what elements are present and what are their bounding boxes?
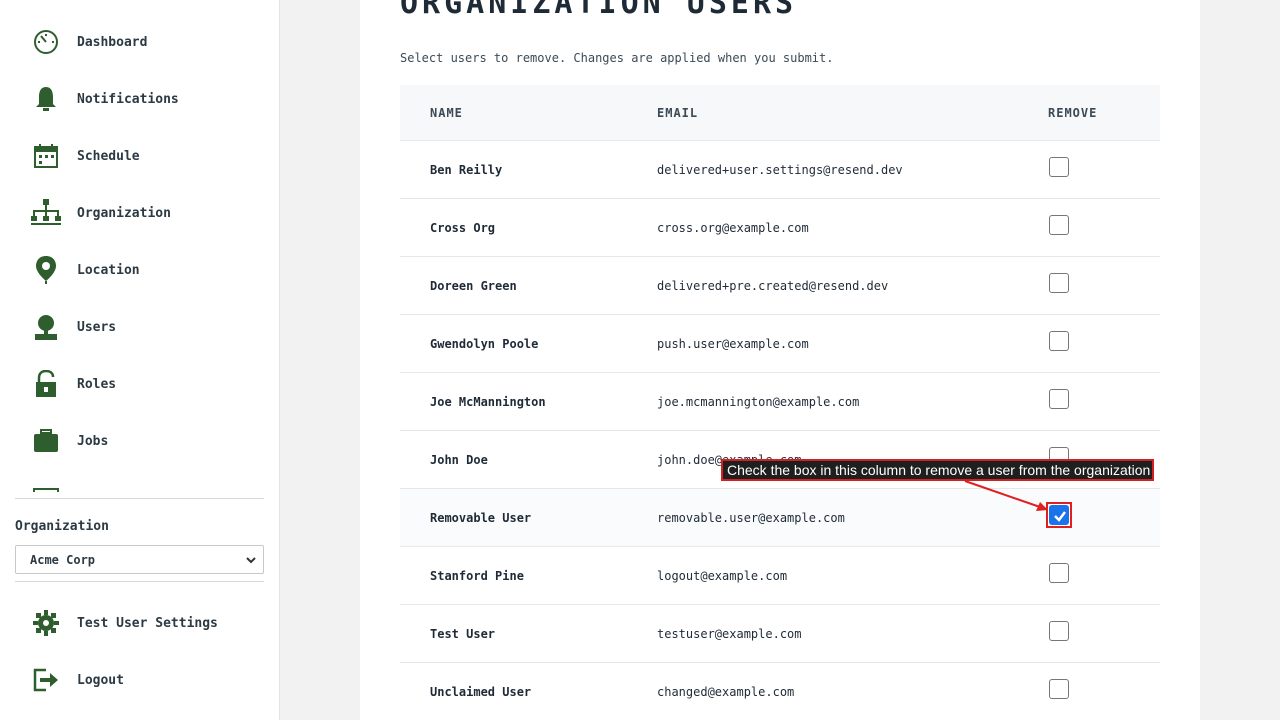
user-email-cell: testuser@example.com (657, 627, 802, 641)
user-email-cell: delivered+pre.created@resend.dev (657, 279, 889, 293)
user-email-cell: delivered+user.settings@resend.dev (657, 163, 903, 177)
users-table: NAME EMAIL REMOVE Ben Reilly delivered+us… (400, 85, 1160, 720)
sidebar-item-notifications[interactable]: Notifications (30, 79, 260, 119)
page-subtitle: Select users to remove. Changes are appl… (400, 51, 834, 65)
sidebar: Dashboard Notifications Schedule Organiz… (0, 0, 280, 720)
user-name-cell: Cross Org (430, 221, 496, 235)
sidebar-divider (15, 581, 264, 582)
remove-checkbox[interactable] (1049, 563, 1069, 583)
bell-icon (30, 83, 62, 115)
table-row: Stanford Pine logout@example.com (400, 547, 1160, 605)
remove-checkbox[interactable] (1049, 331, 1069, 351)
sidebar-item-schedule[interactable]: Schedule (30, 136, 260, 176)
user-name-cell: Unclaimed User (430, 685, 532, 699)
organization-select[interactable]: Acme Corp (15, 545, 264, 574)
remove-checkbox[interactable] (1049, 505, 1069, 525)
column-header-name: NAME (430, 106, 463, 120)
table-row: Ben Reilly delivered+user.settings@resend… (400, 141, 1160, 199)
briefcase-icon (30, 425, 62, 457)
sidebar-item-label: Notifications (77, 91, 179, 107)
sidebar-item-roles[interactable]: Roles (30, 364, 260, 404)
sidebar-item-label: Location (77, 262, 140, 278)
logout-icon (30, 664, 62, 696)
user-email-cell: logout@example.com (657, 569, 788, 583)
remove-checkbox[interactable] (1049, 621, 1069, 641)
remove-checkbox[interactable] (1049, 215, 1069, 235)
column-header-email: EMAIL (657, 106, 699, 120)
main-card: ORGANIZATION USERS Select users to remov… (360, 0, 1200, 720)
organization-label: Organization (15, 519, 109, 534)
table-row: Joe McMannington joe.mcmannington@example… (400, 373, 1160, 431)
user-name-cell: Joe McMannington (430, 395, 546, 409)
table-header: NAME EMAIL REMOVE (400, 85, 1160, 141)
calendar-icon (30, 140, 62, 172)
sidebar-item-label: Jobs (77, 433, 109, 449)
column-header-remove: REMOVE (1048, 106, 1098, 120)
sidebar-item-jobs[interactable]: Jobs (30, 421, 260, 461)
sidebar-item-label: Logout (77, 672, 124, 688)
table-row: Unclaimed User changed@example.com (400, 663, 1160, 720)
lock-icon (30, 368, 62, 400)
table-body: Ben Reilly delivered+user.settings@resend… (400, 141, 1160, 720)
sidebar-item-label: Dashboard (77, 34, 148, 50)
sidebar-item-organization[interactable]: Organization (30, 193, 260, 233)
user-email-cell: changed@example.com (657, 685, 795, 699)
checkmark-icon (1054, 511, 1066, 522)
annotation-tooltip: Check the box in this column to remove a… (721, 459, 1154, 481)
remove-checkbox[interactable] (1049, 157, 1069, 177)
sidebar-item-logout[interactable]: Logout (30, 660, 260, 700)
user-name-cell: Ben Reilly (430, 163, 503, 177)
sidebar-divider (15, 498, 264, 499)
sidebar-item-location[interactable]: Location (30, 250, 260, 290)
user-email-cell: push.user@example.com (657, 337, 809, 351)
sidebar-item-label: Users (77, 319, 117, 335)
table-row: Gwendolyn Poole push.user@example.com (400, 315, 1160, 373)
table-row: Test User testuser@example.com (400, 605, 1160, 663)
remove-checkbox[interactable] (1049, 389, 1069, 409)
user-icon (30, 311, 62, 343)
gear-icon (30, 607, 62, 639)
user-email-cell: cross.org@example.com (657, 221, 809, 235)
dashboard-icon (30, 26, 62, 58)
user-name-cell: Removable User (430, 511, 532, 525)
page-title: ORGANIZATION USERS (400, 0, 798, 21)
sidebar-item-dashboard[interactable]: Dashboard (30, 22, 260, 62)
user-email-cell: joe.mcmannington@example.com (657, 395, 860, 409)
organization-selected-value: Acme Corp (30, 552, 96, 567)
org-chart-icon (30, 197, 62, 229)
sidebar-item-label: Test User Settings (77, 615, 218, 631)
table-row: Removable User removable.user@example.com (400, 489, 1160, 547)
map-pin-icon (30, 254, 62, 286)
user-name-cell: Stanford Pine (430, 569, 524, 583)
remove-checkbox[interactable] (1049, 679, 1069, 699)
chevron-down-icon (245, 554, 257, 569)
scroll-cutoff-icon (33, 488, 59, 492)
sidebar-item-label: Roles (77, 376, 117, 392)
user-name-cell: Test User (430, 627, 496, 641)
sidebar-item-label: Organization (77, 205, 171, 221)
sidebar-item-test-user-settings[interactable]: Test User Settings (30, 603, 260, 643)
user-name-cell: Gwendolyn Poole (430, 337, 539, 351)
table-row: Cross Org cross.org@example.com (400, 199, 1160, 257)
user-name-cell: John Doe (430, 453, 488, 467)
table-row: Doreen Green delivered+pre.created@resend… (400, 257, 1160, 315)
sidebar-item-users[interactable]: Users (30, 307, 260, 347)
remove-checkbox[interactable] (1049, 273, 1069, 293)
user-name-cell: Doreen Green (430, 279, 517, 293)
user-email-cell: removable.user@example.com (657, 511, 845, 525)
sidebar-item-label: Schedule (77, 148, 140, 164)
